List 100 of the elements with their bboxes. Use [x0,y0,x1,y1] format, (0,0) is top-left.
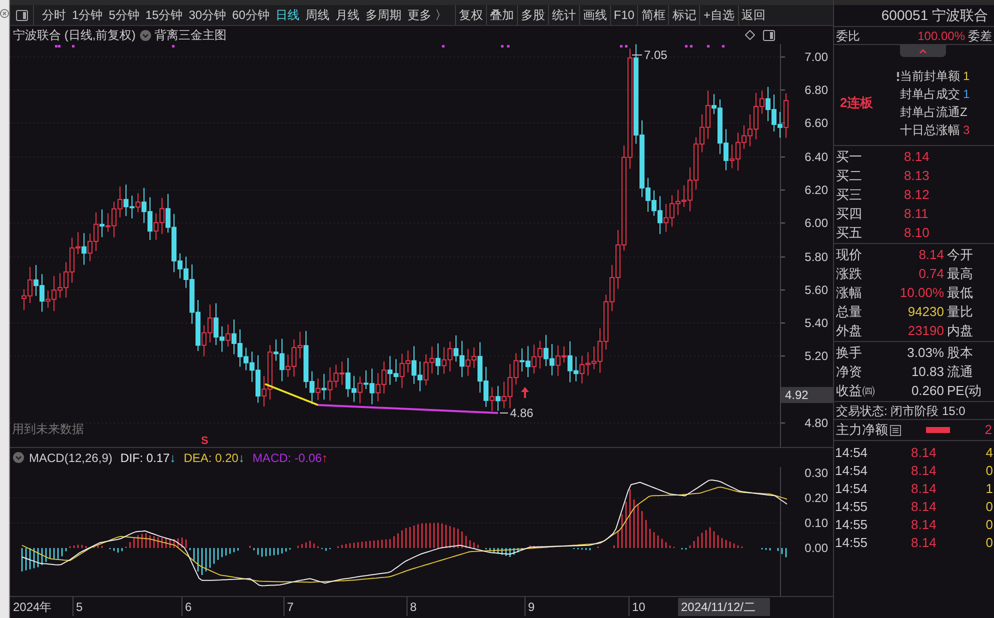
period-tab[interactable]: 多周期 [365,6,402,24]
period-tab[interactable]: 1分钟 [72,6,103,24]
main-net-value: 2 [984,421,992,440]
trade-price: 8.14 [911,516,938,534]
quote-value: 23190 [906,322,944,340]
period-tab[interactable]: 15分钟 [145,6,183,24]
macd-value: DEA: 0.20 [184,450,238,466]
macd-tick-label: 0.10 [804,516,828,530]
quote-value: 3.03% [906,344,944,362]
quote-label: 净资 [836,362,863,381]
price-tick-label: 5.60 [804,283,828,297]
cursor-date-label: 2024/11/12/二 [678,598,770,616]
bid-label: 买二 [836,166,862,185]
macd-tick-label: 0.00 [804,541,828,555]
bid-price: 8.10 [904,224,930,242]
limit-streak-label: 2连板 [839,94,874,112]
trade-price: 8.14 [911,480,938,498]
month-label: 6 [185,600,192,614]
macd-tick-label: 0.30 [804,467,828,480]
indicator-name[interactable]: 背离三金主图 [154,26,227,44]
period-tab[interactable]: 更多 〉 [407,6,447,24]
macd-tick-label: 0.20 [804,491,828,505]
quote-label: 委比 [836,28,860,44]
price-tick-label: 5.40 [804,316,828,330]
macd-value: DIF: 0.17 [120,450,170,466]
quote-value: 0.74 [918,264,944,283]
future-data-note: 用到未来数据 [12,422,84,436]
trade-volume: 0 [986,516,993,534]
trade-time: 14:55 [835,534,869,552]
trade-price: 8.14 [911,534,938,552]
bid-label: 买一 [836,148,862,166]
macd-name: MACD(12,26,9) [29,450,112,466]
price-tick-label: 6.00 [804,216,828,230]
trend-arrow: ↓ [238,450,244,466]
period-tab[interactable]: 30分钟 [188,6,226,24]
trend-arrow: ↑ [322,450,328,466]
toolbar-button[interactable]: 标记 [668,5,700,25]
bid-price: 8.13 [904,166,930,185]
quote-label: 外盘 [836,322,863,340]
trade-time: 14:54 [835,444,869,462]
seal-value: 1 [963,86,970,103]
quote-label: 总量 [836,302,863,321]
toolbar-button[interactable]: 叠加 [486,5,517,25]
month-label: 5 [76,600,83,614]
low-price-label: 4.86 [510,406,534,420]
trade-price: 8.14 [911,462,938,480]
toolbar-button[interactable]: 统计 [548,5,579,25]
quote-label: 涨跌 [836,264,863,283]
main-net-label: 主力净额 [836,421,888,440]
trade-volume: 4 [986,444,993,462]
high-price-label: 7.05 [644,48,668,62]
toolbar-button[interactable]: 简框 [637,5,668,25]
quote-value: 10.00% [898,284,944,302]
trade-volume: 0 [986,534,993,552]
price-tick-label: 7.00 [804,50,828,64]
quote-label: 收益㈣ [836,382,876,400]
price-tick-label: 6.20 [804,183,828,197]
trade-volume: 1 [986,480,993,498]
price-tick-label: 5.20 [804,349,828,363]
quote-label: PE(动 [947,382,982,400]
stock-code-name: 600051 宁波联合 [881,6,988,25]
quote-label: 最低 [947,284,973,302]
quote-value: 8.14 [918,246,944,264]
period-tab[interactable]: 周线 [305,6,330,24]
price-tick-label: 5.80 [804,250,828,264]
period-tab[interactable]: 日线 [275,6,300,24]
quote-label: 换手 [836,344,863,362]
period-tab[interactable]: 分时 [42,6,66,24]
cursor-price-label: 4.92 [781,387,833,403]
seal-label: 封单占流通Z [900,104,968,121]
month-label: 7 [287,600,294,614]
quote-value: 10.83 [910,362,944,381]
period-tab[interactable]: 月线 [335,6,360,24]
month-label: 8 [410,600,417,614]
toolbar-button[interactable]: 复权 [454,5,486,25]
toolbar-button[interactable]: 多股 [516,5,548,25]
toolbar-button[interactable]: 画线 [578,5,610,25]
toolbar-button[interactable]: 返回 [738,5,768,25]
quote-label: 流通 [947,362,973,381]
period-tab[interactable]: 60分钟 [232,6,270,24]
trade-time: 14:55 [835,498,869,516]
bid-price: 8.11 [904,204,928,223]
signal-mark: S [201,435,208,447]
price-tick-label: 6.40 [804,150,828,164]
trend-arrow: ↓ [170,450,176,466]
month-label: 9 [528,600,535,614]
quote-label: 现价 [836,246,863,264]
chart-title: 宁波联合 (日线,前复权) [13,27,136,44]
quote-label: 股本 [947,344,973,362]
toolbar-button[interactable]: F10 [610,5,638,25]
seal-label: 十日总涨幅 [900,122,960,139]
quote-label: 涨幅 [836,284,863,302]
period-tab[interactable]: 5分钟 [108,6,140,24]
toolbar-button[interactable]: +自选 [699,5,738,25]
trade-time: 14:55 [835,516,869,534]
bid-label: 买三 [836,186,862,204]
seal-label: 封单占成交 [900,86,960,103]
trade-price: 8.14 [911,498,938,516]
bid-price: 8.12 [904,186,930,204]
seal-label: 当前封单额 [900,68,960,85]
